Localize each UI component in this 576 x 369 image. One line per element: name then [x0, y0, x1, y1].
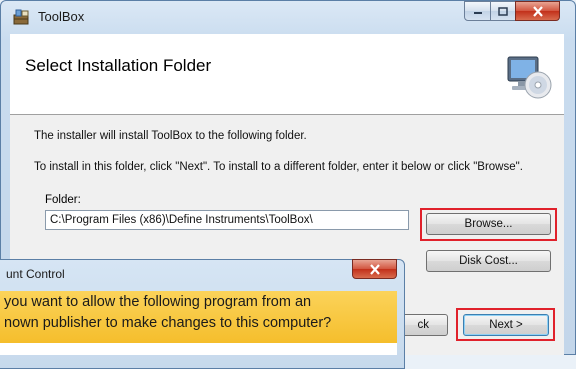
- disk-cost-button[interactable]: Disk Cost...: [426, 250, 551, 272]
- close-icon: [532, 5, 543, 17]
- uac-close-button[interactable]: [352, 259, 397, 279]
- app-icon: [13, 9, 29, 25]
- folder-label: Folder:: [45, 194, 81, 206]
- minimize-icon: [473, 12, 482, 14]
- close-button[interactable]: [515, 1, 560, 21]
- info-text-2: To install in this folder, click "Next".…: [34, 161, 523, 173]
- folder-path-input[interactable]: [45, 210, 409, 230]
- uac-question-line-1: you want to allow the following program …: [4, 294, 312, 310]
- uac-title: unt Control: [6, 267, 65, 281]
- computer-disc-icon: [507, 56, 552, 99]
- window-title: ToolBox: [38, 9, 85, 24]
- browse-highlight: [420, 208, 557, 241]
- maximize-button[interactable]: [490, 1, 516, 21]
- info-text-1: The installer will install ToolBox to th…: [34, 130, 307, 142]
- minimize-button[interactable]: [464, 1, 491, 21]
- close-icon: [369, 263, 380, 275]
- uac-question-line-2: nown publisher to make changes to this c…: [4, 315, 332, 331]
- next-highlight: [456, 308, 555, 341]
- maximize-icon: [498, 6, 508, 16]
- page-title: Select Installation Folder: [25, 56, 212, 75]
- uac-body: [0, 343, 397, 355]
